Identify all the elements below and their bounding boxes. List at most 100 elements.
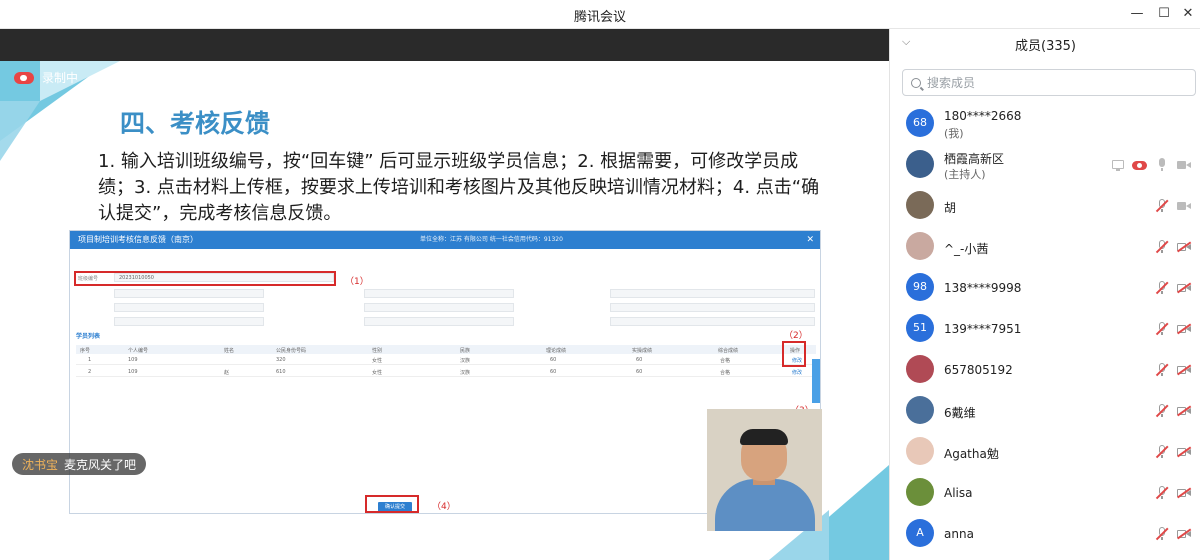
member-item[interactable]: ^_-小茜 (890, 227, 1200, 268)
form-header: 项目制培训考核信息反馈（南京） 单位全称：江苏 有限公司 统一社会信用代码：91… (70, 231, 820, 249)
member-item[interactable]: Agatha勉 (890, 432, 1200, 473)
close-button[interactable]: ✕ (1178, 5, 1198, 23)
mic-icon[interactable] (1155, 158, 1169, 172)
table-cell: 109 (128, 369, 138, 375)
table-cell: 汉族 (460, 370, 471, 376)
avatar (906, 191, 934, 219)
search-icon (911, 77, 921, 88)
table-cell: 320 (276, 357, 286, 363)
member-name: 657805192 (944, 363, 1013, 377)
member-item[interactable]: 6戴维 (890, 391, 1200, 432)
shared-screen-area: 录制中 四、考核反馈 1. 输入培训班级编号，按“回车键” 后可显示班级学员信息… (0, 29, 889, 560)
member-name: Agatha勉 (944, 447, 999, 461)
student-list-label: 学员列表 (76, 333, 101, 340)
camera-off-icon[interactable] (1177, 527, 1191, 541)
member-name: Alisa (944, 486, 973, 500)
form-field (610, 289, 815, 298)
form-field (114, 289, 264, 298)
avatar: 98 (906, 273, 934, 301)
annotation-box (74, 271, 336, 286)
maximize-button[interactable]: ☐ (1154, 5, 1174, 23)
members-panel: ⌵ 成员(335) 68 180****2668 (我) 栖霞高新区 (主持人)… (889, 29, 1200, 560)
member-item[interactable]: 98 138****9998 (890, 268, 1200, 309)
avatar: 68 (906, 109, 934, 137)
avatar (906, 396, 934, 424)
camera-icon[interactable] (1177, 158, 1191, 172)
minimize-button[interactable]: — (1127, 5, 1147, 23)
camera-off-icon[interactable] (1177, 363, 1191, 377)
window-title: 腾讯会议 (573, 10, 626, 25)
avatar (906, 355, 934, 383)
annotation-label: （1） (345, 277, 369, 287)
table-cell: 60 (636, 357, 643, 363)
column-header: 民族 (460, 348, 471, 354)
column-header: 理论成绩 (546, 348, 567, 354)
mic-muted-icon[interactable] (1155, 445, 1169, 459)
chat-sender: 沈书宝 (22, 457, 59, 472)
table-cell: 60 (550, 369, 557, 375)
table-cell: 60 (550, 357, 557, 363)
avatar: 51 (906, 314, 934, 342)
camera-icon[interactable] (1177, 199, 1191, 213)
chat-bubble[interactable]: 沈书宝 麦克风关了吧 (12, 453, 147, 475)
edit-link: 修改 (792, 370, 803, 376)
form-field (364, 317, 514, 326)
camera-off-icon[interactable] (1177, 281, 1191, 295)
form-field (364, 289, 514, 298)
camera-off-icon[interactable] (1177, 445, 1191, 459)
member-role: (我) (944, 127, 964, 140)
mic-muted-icon[interactable] (1155, 322, 1169, 336)
member-item[interactable]: 657805192 (890, 350, 1200, 391)
column-header: 综合成绩 (718, 348, 739, 354)
close-icon: ✕ (806, 235, 814, 245)
chat-message: 麦克风关了吧 (64, 457, 137, 472)
column-header: 公民身份号码 (276, 348, 307, 354)
table-cell: 赵 (224, 370, 230, 376)
mic-muted-icon[interactable] (1155, 363, 1169, 377)
member-name: 6戴维 (944, 406, 976, 420)
recording-label: 录制中 (42, 71, 79, 85)
member-item[interactable]: 栖霞高新区 (主持人) (890, 145, 1200, 186)
annotation-label: （2） (784, 331, 808, 341)
table-cell: 合格 (720, 358, 731, 364)
form-field (610, 317, 815, 326)
member-search[interactable] (902, 69, 1196, 96)
member-item[interactable]: A anna (890, 514, 1200, 555)
column-header: 实操成绩 (632, 348, 653, 354)
screen-share-icon[interactable] (1111, 158, 1125, 172)
member-item[interactable]: 51 139****7951 (890, 309, 1200, 350)
speaker-figure (715, 479, 815, 531)
speaker-video[interactable] (707, 409, 822, 531)
member-name: anna (944, 527, 974, 541)
column-header: 性别 (372, 348, 383, 354)
members-title: 成员(335) (1015, 39, 1076, 54)
avatar (906, 150, 934, 178)
table-cell: 女性 (372, 370, 383, 376)
member-name: 180****2668 (944, 109, 1022, 123)
recording-indicator[interactable]: 录制中 (14, 69, 78, 86)
annotation-box (782, 341, 806, 367)
mic-muted-icon[interactable] (1155, 486, 1169, 500)
member-item[interactable]: 68 180****2668 (我) (890, 104, 1200, 145)
cloud-record-icon[interactable] (1132, 158, 1147, 172)
camera-off-icon[interactable] (1177, 240, 1191, 254)
avatar: A (906, 519, 934, 547)
member-item[interactable]: 胡 (890, 186, 1200, 227)
camera-off-icon[interactable] (1177, 404, 1191, 418)
mic-muted-icon[interactable] (1155, 281, 1169, 295)
form-header-title: 项目制培训考核信息反馈（南京） (78, 235, 198, 244)
search-input[interactable] (927, 75, 1167, 90)
column-header: 个人编号 (128, 348, 149, 354)
camera-off-icon[interactable] (1177, 486, 1191, 500)
member-item[interactable]: Alisa (890, 473, 1200, 514)
mic-muted-icon[interactable] (1155, 199, 1169, 213)
table-row: 1 109 320 女性 汉族 60 60 合格 修改 (76, 355, 816, 365)
mic-muted-icon[interactable] (1155, 240, 1169, 254)
table-cell: 女性 (372, 358, 383, 364)
column-header: 序号 (80, 348, 91, 354)
slide-heading: 四、考核反馈 (120, 109, 271, 138)
mic-muted-icon[interactable] (1155, 404, 1169, 418)
mic-muted-icon[interactable] (1155, 527, 1169, 541)
annotation-label: （4） (432, 502, 456, 512)
camera-off-icon[interactable] (1177, 322, 1191, 336)
